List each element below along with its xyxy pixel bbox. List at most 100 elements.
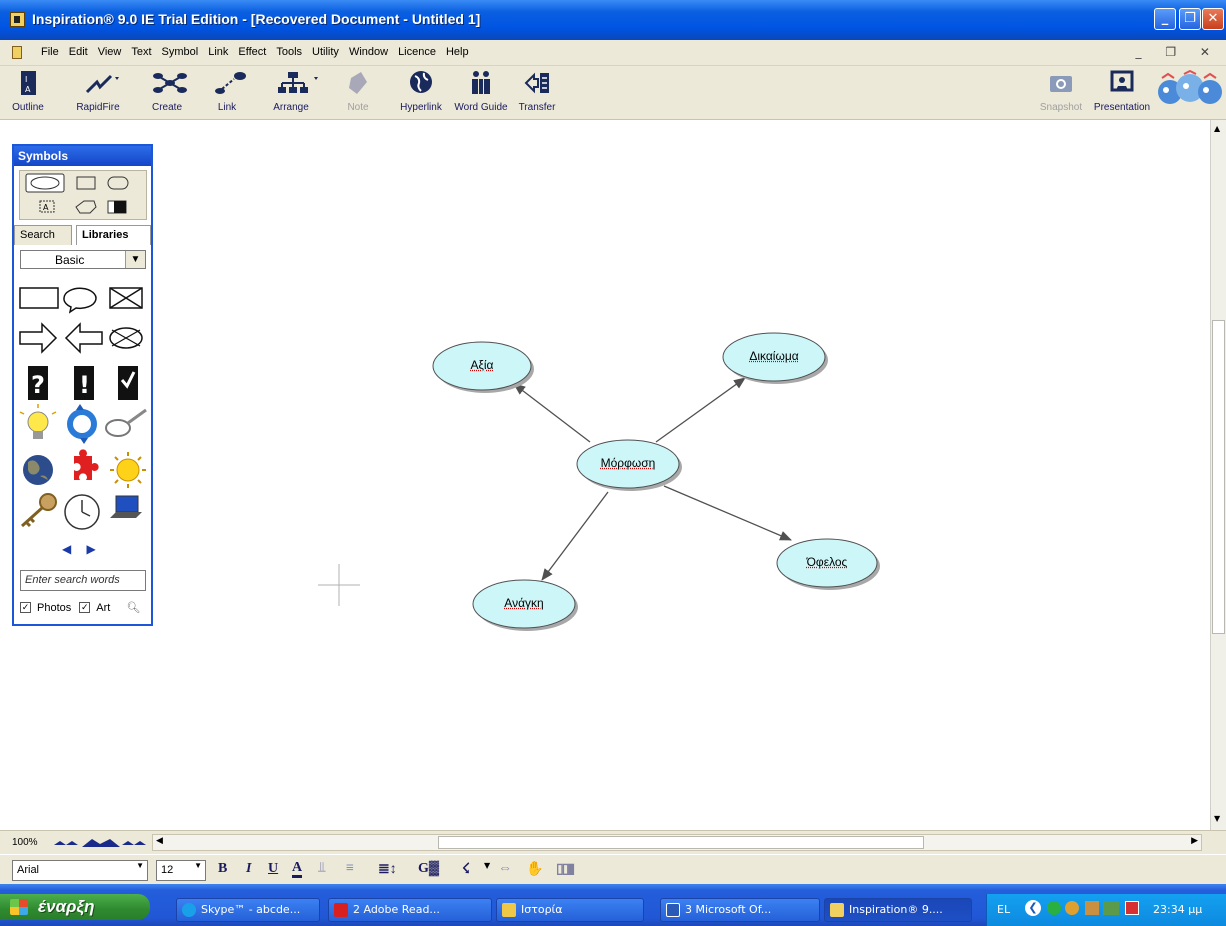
fill-color-icon[interactable]: G▓ bbox=[418, 861, 439, 877]
rounded-rect-shape-icon[interactable] bbox=[107, 176, 129, 190]
speech-bubble-symbol-icon[interactable] bbox=[63, 287, 97, 314]
size-dropdown-arrow-icon[interactable]: ▼ bbox=[194, 861, 202, 870]
font-size-select[interactable]: 12 ▼ bbox=[156, 860, 206, 881]
zoom-fit-icon[interactable] bbox=[122, 841, 146, 845]
rectangle-shape-icon[interactable] bbox=[76, 176, 96, 190]
outline-button[interactable]: IA Outline bbox=[8, 68, 48, 113]
transfer-button[interactable]: Transfer bbox=[514, 68, 560, 113]
hexagon-shape-icon[interactable] bbox=[75, 200, 97, 214]
lightbulb-symbol-icon[interactable] bbox=[19, 404, 57, 439]
word-guide-button[interactable]: Word Guide bbox=[450, 68, 512, 113]
menu-link[interactable]: Link bbox=[203, 46, 233, 58]
mdi-controls[interactable]: _ ❐ ✕ bbox=[1136, 45, 1220, 59]
line-weight-icon[interactable]: ≡ bbox=[346, 861, 354, 877]
menu-file[interactable]: File bbox=[36, 46, 64, 58]
taskbar-inspiration[interactable]: Inspiration® 9.... bbox=[824, 898, 972, 922]
line-style-icon[interactable]: ⫫ bbox=[318, 861, 326, 877]
pen-tools-icon[interactable]: ▯▯▮ bbox=[556, 861, 575, 878]
taskbar-adobe-reader[interactable]: 2 Adobe Read... bbox=[328, 898, 492, 922]
vertical-scrollbar[interactable]: ▲ ▼ bbox=[1210, 120, 1226, 830]
language-indicator[interactable]: EL bbox=[997, 903, 1010, 916]
inspiration-app-icon[interactable] bbox=[10, 12, 25, 27]
menu-edit[interactable]: Edit bbox=[64, 46, 93, 58]
update-icon[interactable] bbox=[1103, 901, 1119, 915]
effects-icon[interactable]: ☇ bbox=[462, 861, 470, 878]
clock-symbol-icon[interactable] bbox=[64, 494, 100, 530]
snapshot-button[interactable]: Snapshot bbox=[1036, 68, 1086, 113]
menu-text[interactable]: Text bbox=[126, 46, 156, 58]
tray-w-icon[interactable] bbox=[1125, 901, 1139, 915]
bold-icon[interactable]: B bbox=[218, 861, 227, 877]
resize-icon[interactable]: ⇔ bbox=[498, 861, 512, 877]
start-button[interactable]: έναρξη bbox=[0, 894, 150, 920]
presentation-button[interactable]: Presentation bbox=[1090, 68, 1154, 113]
font-dropdown-arrow-icon[interactable]: ▼ bbox=[136, 861, 144, 870]
taskbar-skype[interactable]: Skype™ - abcde... bbox=[176, 898, 320, 922]
symbols-title[interactable]: Symbols bbox=[14, 146, 151, 166]
hyperlink-button[interactable]: Hyperlink bbox=[394, 68, 448, 113]
taskbar-microsoft-office[interactable]: 3 Microsoft Of... bbox=[660, 898, 820, 922]
arrow-left-symbol-icon[interactable] bbox=[64, 322, 103, 354]
diagram-canvas[interactable]: Αξία Δικαίωμα Μόρφωση Όφελος Ανάγκη bbox=[0, 120, 1210, 830]
minimize-button[interactable]: _ bbox=[1154, 8, 1176, 30]
text-color-icon[interactable]: A bbox=[292, 861, 303, 878]
zoom-small-icon[interactable] bbox=[54, 841, 78, 845]
taskbar-istoria-folder[interactable]: Ιστορία bbox=[496, 898, 644, 922]
document-icon[interactable] bbox=[12, 46, 22, 59]
next-page-icon[interactable]: ▶ bbox=[87, 542, 96, 556]
menu-help[interactable]: Help bbox=[441, 46, 474, 58]
scroll-down-arrow-icon[interactable]: ▼ bbox=[1214, 814, 1220, 823]
close-button[interactable]: ✕ bbox=[1202, 8, 1224, 30]
menu-symbol[interactable]: Symbol bbox=[157, 46, 204, 58]
note-button[interactable]: Note bbox=[340, 68, 376, 113]
italic-icon[interactable]: I bbox=[246, 861, 251, 877]
arrange-button[interactable]: Arrange bbox=[260, 68, 322, 113]
tab-search[interactable]: Search bbox=[14, 225, 72, 245]
tab-libraries[interactable]: Libraries bbox=[76, 225, 151, 245]
node-axia[interactable]: Αξία bbox=[432, 341, 534, 393]
line-arrows-icon[interactable]: ≣↕ bbox=[378, 861, 397, 878]
menu-view[interactable]: View bbox=[93, 46, 127, 58]
rapidfire-button[interactable]: RapidFire bbox=[68, 68, 128, 113]
pan-hand-icon[interactable]: ✋ bbox=[526, 861, 543, 878]
rectangle-symbol-icon[interactable] bbox=[19, 287, 59, 309]
cycle-arrows-symbol-icon[interactable] bbox=[67, 404, 97, 444]
art-checkbox[interactable]: ✓ bbox=[79, 602, 91, 613]
photos-checkbox[interactable]: ✓ bbox=[20, 602, 31, 613]
library-select[interactable]: Basic ▼ bbox=[20, 250, 146, 269]
node-ofelos[interactable]: Όφελος bbox=[776, 538, 880, 590]
link-button[interactable]: Link bbox=[207, 68, 247, 113]
antivirus-icon[interactable] bbox=[1085, 901, 1099, 915]
tray-collapse-icon[interactable]: ❮ bbox=[1025, 900, 1041, 916]
title-bar[interactable]: Inspiration® 9.0 IE Trial Edition - [Rec… bbox=[0, 0, 1226, 40]
sun-symbol-icon[interactable] bbox=[110, 452, 146, 488]
effects-dropdown-arrow-icon[interactable]: ▼ bbox=[484, 861, 490, 870]
network-icon[interactable] bbox=[1065, 901, 1079, 915]
menu-window[interactable]: Window bbox=[344, 46, 393, 58]
vertical-scroll-thumb[interactable] bbox=[1212, 320, 1225, 634]
menu-effect[interactable]: Effect bbox=[233, 46, 271, 58]
menu-licence[interactable]: Licence bbox=[393, 46, 441, 58]
menu-tools[interactable]: Tools bbox=[271, 46, 307, 58]
laptop-symbol-icon[interactable] bbox=[110, 495, 142, 518]
arrow-right-symbol-icon[interactable] bbox=[19, 322, 58, 354]
scroll-left-arrow-icon[interactable]: ◀ bbox=[156, 836, 163, 846]
underline-icon[interactable]: U bbox=[268, 861, 278, 877]
earth-symbol-icon[interactable] bbox=[23, 455, 53, 485]
dropdown-arrow-icon[interactable]: ▼ bbox=[125, 251, 145, 268]
horizontal-scroll-thumb[interactable] bbox=[438, 836, 924, 849]
horizontal-scrollbar[interactable]: ◀ ▶ bbox=[152, 834, 1202, 851]
magnifier-symbol-icon[interactable] bbox=[105, 408, 147, 437]
key-symbol-icon[interactable] bbox=[20, 493, 57, 528]
previous-page-icon[interactable]: ◀ bbox=[62, 542, 71, 556]
security-shield-icon[interactable] bbox=[1047, 901, 1061, 915]
zoom-large-icon[interactable] bbox=[82, 839, 120, 847]
search-icon[interactable]: 🔍︎ bbox=[126, 601, 140, 614]
menu-utility[interactable]: Utility bbox=[307, 46, 344, 58]
create-button[interactable]: Create bbox=[144, 68, 190, 113]
scroll-up-arrow-icon[interactable]: ▲ bbox=[1214, 124, 1220, 133]
scroll-right-arrow-icon[interactable]: ▶ bbox=[1191, 836, 1198, 846]
node-anagki[interactable]: Ανάγκη bbox=[472, 579, 578, 631]
node-morfosi[interactable]: Μόρφωση bbox=[576, 439, 682, 491]
symbol-search-input[interactable]: Enter search words bbox=[20, 570, 146, 591]
